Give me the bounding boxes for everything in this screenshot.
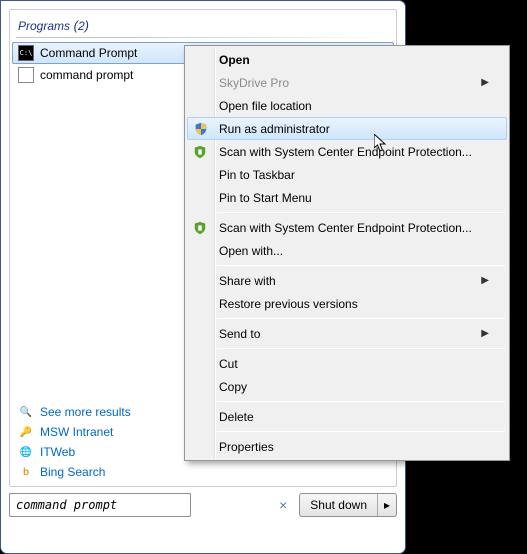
shutdown-label: Shut down	[310, 498, 367, 512]
context-item-open-with[interactable]: Open with...	[187, 239, 507, 262]
context-item-scan-with-system-center-endpoint-protection[interactable]: Scan with System Center Endpoint Protect…	[187, 216, 507, 239]
scep-shield-icon	[193, 145, 207, 159]
bing-search-link[interactable]: b Bing Search	[14, 462, 392, 482]
context-item-label: Open file location	[219, 99, 489, 113]
shutdown-split-button: Shut down ▸	[299, 493, 397, 517]
cmd-icon: C:\	[18, 45, 34, 61]
context-item-pin-to-taskbar[interactable]: Pin to Taskbar	[187, 163, 507, 186]
context-item-delete[interactable]: Delete	[187, 405, 507, 428]
link-label: Bing Search	[40, 465, 105, 479]
heading-label: Programs	[18, 19, 70, 33]
document-icon	[18, 67, 34, 83]
link-label: See more results	[40, 405, 131, 419]
result-label: command prompt	[40, 68, 133, 82]
context-item-share-with[interactable]: Share with▶	[187, 269, 507, 292]
search-wrap: ×	[9, 493, 293, 517]
key-icon: 🔑	[18, 424, 34, 440]
context-item-label: Scan with System Center Endpoint Protect…	[219, 145, 489, 159]
bing-icon: b	[18, 464, 34, 480]
search-input[interactable]	[9, 493, 191, 517]
submenu-arrow-icon: ▶	[481, 275, 489, 286]
context-item-cut[interactable]: Cut	[187, 352, 507, 375]
context-item-send-to[interactable]: Send to▶	[187, 322, 507, 345]
shutdown-button[interactable]: Shut down	[300, 494, 378, 516]
context-item-open-file-location[interactable]: Open file location	[187, 94, 507, 117]
link-label: ITWeb	[40, 445, 75, 459]
context-item-open[interactable]: Open	[187, 48, 507, 71]
context-item-restore-previous-versions[interactable]: Restore previous versions	[187, 292, 507, 315]
context-separator	[217, 212, 505, 213]
context-item-label: SkyDrive Pro	[219, 76, 481, 90]
context-item-label: Cut	[219, 357, 489, 371]
globe-icon: 🌐	[18, 444, 34, 460]
context-item-label: Properties	[219, 440, 489, 454]
context-item-label: Delete	[219, 410, 489, 424]
context-item-copy[interactable]: Copy	[187, 375, 507, 398]
context-item-skydrive-pro: SkyDrive Pro▶	[187, 71, 507, 94]
context-separator	[217, 318, 505, 319]
context-separator	[217, 401, 505, 402]
result-label: Command Prompt	[40, 46, 137, 60]
context-item-pin-to-start-menu[interactable]: Pin to Start Menu	[187, 186, 507, 209]
shutdown-menu-arrow[interactable]: ▸	[378, 494, 396, 516]
scep-shield-icon	[193, 221, 207, 235]
heading-count: 2	[78, 19, 85, 33]
context-item-label: Open with...	[219, 244, 489, 258]
context-item-label: Run as administrator	[219, 122, 489, 136]
uac-shield-icon	[194, 122, 208, 136]
link-label: MSW Intranet	[40, 425, 113, 439]
context-item-scan-with-system-center-endpoint-protection[interactable]: Scan with System Center Endpoint Protect…	[187, 140, 507, 163]
context-item-label: Share with	[219, 274, 481, 288]
context-menu: OpenSkyDrive Pro▶Open file locationRun a…	[184, 45, 510, 461]
context-item-properties[interactable]: Properties	[187, 435, 507, 458]
search-row: × Shut down ▸	[9, 493, 397, 517]
chevron-right-icon: ▸	[384, 498, 390, 512]
programs-heading: Programs (2)	[12, 14, 394, 35]
context-item-label: Open	[219, 53, 489, 67]
magnifier-icon: 🔍	[18, 404, 34, 420]
context-separator	[217, 431, 505, 432]
context-item-run-as-administrator[interactable]: Run as administrator	[187, 117, 507, 140]
context-item-label: Send to	[219, 327, 481, 341]
context-separator	[217, 348, 505, 349]
context-item-label: Restore previous versions	[219, 297, 489, 311]
context-item-label: Copy	[219, 380, 489, 394]
submenu-arrow-icon: ▶	[481, 328, 489, 339]
context-separator	[217, 265, 505, 266]
clear-search-icon[interactable]: ×	[279, 497, 287, 513]
context-item-label: Pin to Taskbar	[219, 168, 489, 182]
context-item-label: Scan with System Center Endpoint Protect…	[219, 221, 489, 235]
heading-divider	[16, 37, 390, 38]
context-item-label: Pin to Start Menu	[219, 191, 489, 205]
submenu-arrow-icon: ▶	[481, 77, 489, 88]
